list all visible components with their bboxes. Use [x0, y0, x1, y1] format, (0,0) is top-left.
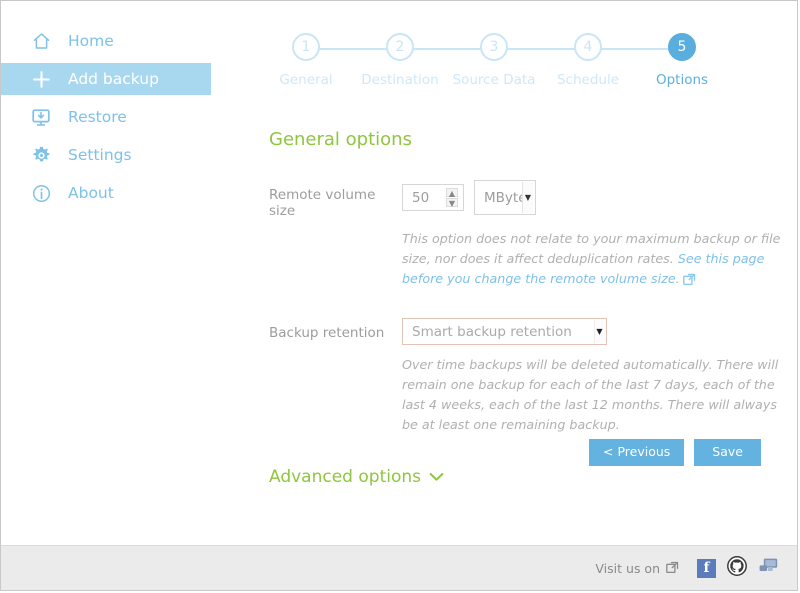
step-label: Source Data: [452, 72, 536, 88]
step-label: Destination: [361, 72, 439, 88]
advanced-options-toggle[interactable]: Advanced options: [269, 467, 444, 487]
backup-retention-value: Smart backup retention: [412, 323, 572, 340]
chevron-down-icon[interactable]: ▼: [594, 320, 604, 344]
remote-volume-size-value: 50: [412, 189, 430, 206]
page-title: General options: [269, 129, 412, 150]
remote-volume-size-field: 50 ▲ ▼ MByte ▼: [402, 180, 536, 215]
plus-icon: [28, 68, 54, 90]
form-actions: < Previous Save: [589, 439, 761, 466]
stepper-step-options[interactable]: 5 Options: [635, 33, 729, 88]
backup-retention-help-text: Over time backups will be deleted automa…: [402, 357, 779, 433]
sidebar-item-about[interactable]: About: [1, 177, 211, 209]
step-label: Schedule: [556, 72, 620, 88]
backup-retention-row: Backup retention Smart backup retention …: [269, 318, 789, 346]
external-link-icon[interactable]: [682, 272, 696, 292]
remote-volume-unit-select[interactable]: MByte ▼: [474, 180, 536, 215]
gear-icon: [28, 144, 54, 166]
stepper-step-general[interactable]: 1 General: [259, 33, 353, 88]
remote-volume-unit-value: MByte: [484, 189, 527, 206]
step-number: 5: [668, 33, 696, 61]
backup-retention-label: Backup retention: [269, 325, 385, 342]
stepper-step-source-data[interactable]: 3 Source Data: [447, 33, 541, 88]
save-button[interactable]: Save: [694, 439, 761, 466]
external-link-icon[interactable]: [666, 559, 679, 578]
application-window: Home Add backup Restore Settings About 1…: [0, 0, 798, 591]
sidebar-item-add-backup[interactable]: Add backup: [1, 63, 211, 95]
visit-us-label: Visit us on: [595, 560, 660, 576]
stepper-step-schedule[interactable]: 4 Schedule: [541, 33, 635, 88]
remote-volume-size-row: Remote volume size 50 ▲ ▼ MByte ▼: [269, 180, 789, 219]
remote-volume-help-text: This option does not relate to your maxi…: [402, 229, 792, 292]
home-icon: [28, 30, 54, 52]
spinner-down-icon[interactable]: ▼: [446, 198, 458, 208]
sidebar-item-home[interactable]: Home: [1, 25, 211, 57]
page-footer: Visit us on f: [1, 545, 797, 590]
info-icon: [28, 182, 54, 204]
sidebar-item-label: Add backup: [68, 70, 159, 89]
facebook-icon[interactable]: f: [697, 558, 716, 578]
wizard-stepper: 1 General 2 Destination 3 Source Data 4 …: [259, 33, 729, 95]
sidebar-item-label: Settings: [68, 146, 132, 165]
stepper-steps: 1 General 2 Destination 3 Source Data 4 …: [259, 33, 729, 88]
previous-button[interactable]: < Previous: [589, 439, 685, 466]
sidebar-item-restore[interactable]: Restore: [1, 101, 211, 133]
restore-monitor-icon: [28, 106, 54, 128]
chevron-down-icon[interactable]: ▼: [522, 182, 533, 213]
advanced-options-label: Advanced options: [269, 467, 421, 488]
remote-volume-size-label: Remote volume size: [269, 187, 376, 219]
sidebar-item-settings[interactable]: Settings: [1, 139, 211, 171]
sidebar-item-label: Restore: [68, 108, 127, 127]
social-links: f: [697, 556, 779, 580]
forum-icon[interactable]: [758, 556, 779, 580]
step-number: 3: [480, 33, 508, 61]
spinner-arrows[interactable]: ▲ ▼: [446, 188, 458, 208]
stepper-step-destination[interactable]: 2 Destination: [353, 33, 447, 88]
step-label: General: [279, 72, 333, 88]
step-number: 2: [386, 33, 414, 61]
sidebar-navigation: Home Add backup Restore Settings About: [1, 25, 226, 215]
sidebar-item-label: About: [68, 184, 114, 203]
step-number: 4: [574, 33, 602, 61]
backup-retention-select[interactable]: Smart backup retention ▼: [402, 318, 607, 346]
backup-retention-field: Smart backup retention ▼: [402, 318, 607, 346]
step-number: 1: [292, 33, 320, 61]
chevron-down-icon: [429, 467, 444, 487]
step-label: Options: [655, 72, 709, 88]
spinner-up-icon[interactable]: ▲: [446, 188, 458, 198]
options-form: General options Remote volume size 50 ▲ …: [269, 129, 789, 487]
sidebar-item-label: Home: [68, 32, 114, 51]
remote-volume-size-input[interactable]: 50 ▲ ▼: [402, 184, 464, 211]
github-icon[interactable]: [727, 556, 747, 580]
